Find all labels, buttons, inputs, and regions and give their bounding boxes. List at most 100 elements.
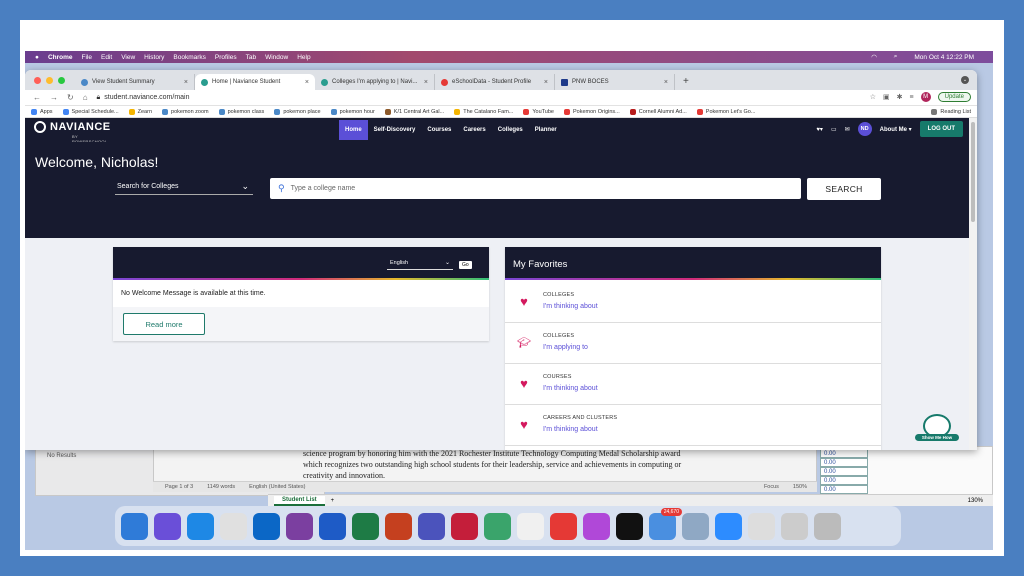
dock-app-icon[interactable]	[814, 512, 841, 540]
focus-button[interactable]: Focus	[764, 484, 779, 490]
about-me-menu[interactable]: About Me ▾	[880, 126, 912, 133]
close-tab-icon[interactable]: ×	[544, 79, 548, 86]
user-avatar[interactable]: ND	[857, 122, 872, 136]
bookmark-item[interactable]: K/1 Central Art Gal...	[384, 108, 444, 115]
dock-app-icon[interactable]: 24,670	[649, 507, 682, 540]
naviance-logo[interactable]: NAVIANCE BY POWERSCHOOL	[34, 121, 111, 144]
wifi-icon[interactable]: ◠	[871, 53, 877, 61]
search-button[interactable]: SEARCH	[807, 178, 881, 200]
app-menu[interactable]: Chrome	[48, 54, 73, 61]
apple-icon[interactable]: ●	[35, 54, 39, 61]
bookmark-item[interactable]: YouTube	[523, 108, 554, 115]
menu-file[interactable]: File	[82, 54, 92, 61]
tab-colleges-applying[interactable]: Colleges I'm applying to | Navi... ×	[315, 74, 435, 90]
bookmark-star-icon[interactable]: ☆	[870, 93, 876, 101]
nav-careers[interactable]: Careers	[457, 120, 491, 140]
bookmark-item[interactable]: Pokemon Let's Go...	[696, 108, 755, 115]
nav-planner[interactable]: Planner	[529, 120, 563, 140]
dock-app-icon[interactable]	[715, 512, 742, 540]
new-tab-button[interactable]: +	[683, 76, 689, 87]
dock-app-icon[interactable]	[781, 512, 808, 540]
cell[interactable]: 0.00	[820, 458, 868, 467]
tab-view-student-summary[interactable]: View Student Summary ×	[75, 74, 195, 90]
close-tab-icon[interactable]: ×	[664, 79, 668, 86]
dock-app-icon[interactable]	[286, 512, 313, 540]
favorites-heart-icon[interactable]: ♥▾	[816, 126, 823, 133]
minimize-window-button[interactable]	[46, 77, 53, 84]
favorite-item[interactable]: ♥ CAREERS AND CLUSTERS I'm thinking abou…	[505, 405, 881, 446]
page-scrollbar[interactable]	[969, 118, 977, 450]
nav-courses[interactable]: Courses	[421, 120, 457, 140]
bookmark-item[interactable]: Zearn	[128, 108, 152, 115]
favorite-link[interactable]: I'm thinking about	[543, 385, 598, 392]
scrollbar-thumb[interactable]	[971, 122, 975, 222]
puzzle-icon[interactable]: ✱	[897, 93, 903, 101]
dock-app-icon[interactable]	[319, 512, 346, 540]
nav-self-discovery[interactable]: Self-Discovery	[368, 120, 422, 140]
forward-arrow-icon[interactable]: →	[50, 93, 58, 102]
bookmark-item[interactable]: The Catalano Fam...	[454, 108, 513, 115]
bookmark-item[interactable]: pokemon zoom	[162, 108, 209, 115]
menu-bookmarks[interactable]: Bookmarks	[173, 54, 206, 61]
dock-app-icon[interactable]	[748, 512, 775, 540]
add-sheet-button[interactable]: +	[331, 498, 335, 504]
menu-window[interactable]: Window	[265, 54, 288, 61]
dock-app-icon[interactable]	[253, 512, 280, 540]
favorite-item[interactable]: ♥ COLLEGES I'm thinking about	[505, 282, 881, 323]
read-more-button[interactable]: Read more	[123, 313, 205, 335]
favorite-link[interactable]: I'm thinking about	[543, 426, 598, 433]
show-me-how-button[interactable]: Show Me How	[915, 414, 959, 446]
profile-avatar[interactable]: M	[920, 92, 931, 102]
reading-list[interactable]: Reading List	[925, 108, 971, 115]
menu-profiles[interactable]: Profiles	[215, 54, 237, 61]
back-arrow-icon[interactable]: ←	[33, 93, 41, 102]
dock-app-icon[interactable]	[484, 512, 511, 540]
cell[interactable]: 0.00	[820, 449, 868, 458]
bookmark-item[interactable]: Pokemon Origins...	[564, 108, 620, 115]
favorite-link[interactable]: I'm thinking about	[543, 303, 598, 310]
tab-naviance-home[interactable]: Home | Naviance Student ×	[195, 74, 315, 90]
bookmark-item[interactable]: Cornell Alumni Ad...	[629, 108, 687, 115]
reload-icon[interactable]: ↻	[67, 93, 74, 102]
dock-app-icon[interactable]	[352, 512, 379, 540]
close-tab-icon[interactable]: ×	[424, 79, 428, 86]
menu-edit[interactable]: Edit	[101, 54, 112, 61]
close-tab-icon[interactable]: ×	[184, 79, 188, 86]
extension-icon[interactable]: ▣	[883, 93, 890, 101]
go-button[interactable]: Go	[459, 261, 472, 269]
menu-help[interactable]: Help	[297, 54, 310, 61]
bookmark-item[interactable]: Special Schedule...	[62, 108, 119, 115]
favorite-item[interactable]: 🎓︎ COLLEGES I'm applying to	[505, 323, 881, 364]
clock[interactable]: Mon Oct 4 12:22 PM	[914, 54, 974, 61]
dock-app-icon[interactable]	[583, 512, 610, 540]
search-type-select[interactable]: Search for Colleges ⌄	[115, 178, 253, 195]
tab-search-icon[interactable]: ⌄	[961, 76, 969, 84]
bookmark-item[interactable]: pokemon hour	[330, 108, 375, 115]
mail-icon[interactable]: ✉	[845, 126, 850, 133]
sheet-tab-student-list[interactable]: Student List	[274, 495, 325, 506]
dock-app-icon[interactable]	[682, 512, 709, 540]
close-window-button[interactable]	[34, 77, 41, 84]
dock-app-icon[interactable]	[517, 512, 544, 540]
bookmark-item[interactable]: pokemon place	[274, 108, 321, 115]
nav-home[interactable]: Home	[339, 120, 368, 140]
tab-pnw-boces[interactable]: PNW BOCES ×	[555, 74, 675, 90]
close-tab-icon[interactable]: ×	[305, 79, 309, 86]
media-icon[interactable]: ≡	[910, 94, 914, 101]
dock-app-icon[interactable]	[220, 512, 247, 540]
dock-app-icon[interactable]	[154, 512, 181, 540]
menu-tab[interactable]: Tab	[246, 54, 256, 61]
favorite-item[interactable]: ♥ COURSES I'm thinking about	[505, 364, 881, 405]
messages-icon[interactable]: ▭	[831, 126, 837, 133]
dock-app-icon[interactable]	[616, 512, 643, 540]
dock-app-icon[interactable]	[121, 512, 148, 540]
cell[interactable]: 0.00	[820, 467, 868, 476]
zoom-window-button[interactable]	[58, 77, 65, 84]
menu-view[interactable]: View	[121, 54, 135, 61]
home-icon[interactable]: ⌂	[83, 93, 88, 102]
bookmark-item[interactable]: Apps	[31, 108, 53, 115]
update-button[interactable]: Update	[937, 92, 971, 102]
nav-colleges[interactable]: Colleges	[492, 120, 529, 140]
dock-app-icon[interactable]	[451, 512, 478, 540]
cell[interactable]: 0.00	[820, 476, 868, 485]
